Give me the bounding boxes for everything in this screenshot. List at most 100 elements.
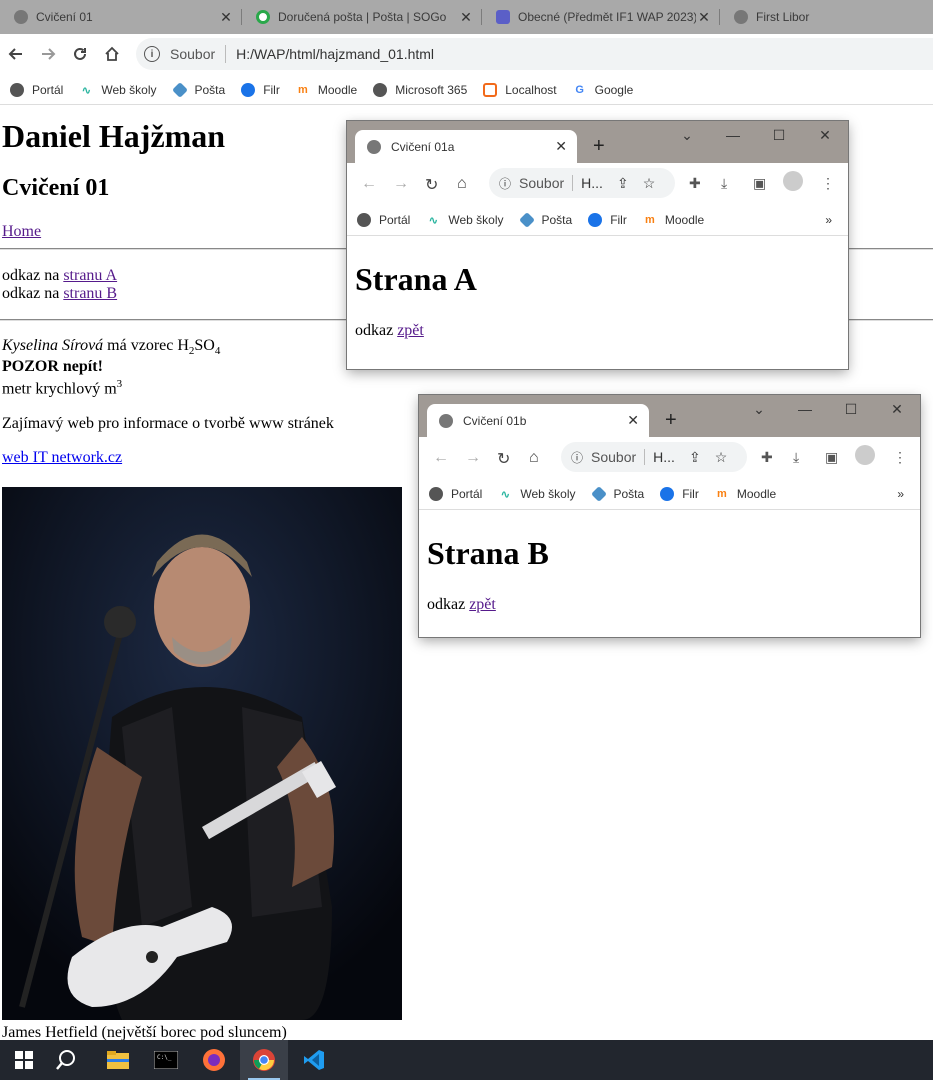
sidepanel-icon[interactable]: ▣ bbox=[825, 449, 838, 466]
bookmark-portal[interactable]: Portál bbox=[429, 487, 482, 501]
svg-text:C:\_: C:\_ bbox=[157, 1054, 172, 1061]
window-close-button[interactable]: ✕ bbox=[887, 401, 907, 418]
back-link[interactable]: zpět bbox=[397, 322, 424, 339]
minimize-button[interactable]: — bbox=[795, 401, 815, 417]
close-icon[interactable]: ✕ bbox=[555, 138, 567, 155]
search-button[interactable] bbox=[42, 1040, 90, 1080]
globe-icon bbox=[10, 83, 24, 97]
minimize-button[interactable]: — bbox=[723, 127, 743, 143]
popup-address-bar[interactable]: ⓘ Soubor H... ⇪ ☆ bbox=[561, 442, 747, 472]
bookmark-posta[interactable]: Pošta bbox=[590, 486, 644, 502]
vscode-button[interactable] bbox=[290, 1040, 338, 1080]
close-icon[interactable]: ✕ bbox=[458, 9, 474, 26]
window-close-button[interactable]: ✕ bbox=[815, 127, 835, 144]
arrow-left-icon bbox=[8, 48, 22, 60]
popup-window-b: Cvičení 01b ✕ + ⌄ — ☐ ✕ ← → ↻ ⌂ ⓘ Soubor… bbox=[419, 395, 920, 637]
popup-content: Strana A odkaz zpět bbox=[355, 239, 477, 340]
popup-bookmarks-bar: Portál ∿ Web školy Pošta Filr m Moodle » bbox=[419, 479, 920, 510]
firefox-button[interactable] bbox=[190, 1040, 238, 1080]
menu-icon[interactable]: ⋮ bbox=[821, 175, 835, 192]
profile-icon[interactable] bbox=[783, 171, 803, 191]
bookmark-posta[interactable]: Pošta bbox=[171, 82, 225, 98]
google-icon: G bbox=[575, 84, 584, 96]
reload-icon[interactable]: ↻ bbox=[425, 175, 438, 195]
profile-icon[interactable] bbox=[855, 445, 875, 465]
bookmark-moodle[interactable]: m Moodle bbox=[296, 83, 357, 97]
popup-address-bar[interactable]: ⓘ Soubor H... ⇪ ☆ bbox=[489, 168, 675, 198]
bookmark-moodle[interactable]: m Moodle bbox=[643, 213, 704, 227]
extensions-icon[interactable]: ✚ bbox=[761, 449, 773, 466]
bookmark-posta[interactable]: Pošta bbox=[518, 212, 572, 228]
maximize-button[interactable]: ☐ bbox=[841, 401, 861, 418]
download-icon[interactable]: ⤓ bbox=[793, 449, 799, 466]
bookmark-moodle[interactable]: m Moodle bbox=[715, 487, 776, 501]
chrome-button[interactable] bbox=[240, 1040, 288, 1080]
arrow-left-icon[interactable]: ← bbox=[433, 449, 449, 467]
chevron-right-icon[interactable]: » bbox=[825, 213, 832, 227]
link-strana-b[interactable]: stranu B bbox=[63, 285, 117, 302]
extensions-icon[interactable]: ✚ bbox=[689, 175, 701, 192]
arrow-right-icon[interactable]: → bbox=[465, 449, 481, 467]
arrow-right-icon[interactable]: → bbox=[393, 175, 409, 193]
arrow-left-icon[interactable]: ← bbox=[361, 175, 377, 193]
terminal-button[interactable]: C:\_ bbox=[142, 1040, 190, 1080]
heading-strana-a: Strana A bbox=[355, 261, 477, 297]
back-button[interactable] bbox=[4, 42, 28, 66]
home-icon[interactable]: ⌂ bbox=[457, 175, 467, 193]
popup-tab[interactable]: Cvičení 01b ✕ bbox=[427, 404, 649, 437]
file-explorer-button[interactable] bbox=[94, 1040, 142, 1080]
home-icon bbox=[105, 46, 119, 61]
bookmark-web-skoly[interactable]: ∿ Web školy bbox=[498, 487, 576, 501]
globe-icon bbox=[439, 413, 453, 428]
close-icon[interactable]: ✕ bbox=[627, 412, 639, 429]
maximize-button[interactable]: ☐ bbox=[769, 127, 789, 144]
bookmark-filr[interactable]: Filr bbox=[588, 213, 627, 227]
bookmark-portal[interactable]: Portál bbox=[357, 213, 410, 227]
tab-teams[interactable]: Obecné (Předmět IF1 WAP 2023) ✕ bbox=[482, 0, 718, 34]
bookmark-google[interactable]: G Google bbox=[573, 83, 633, 97]
close-icon[interactable]: ✕ bbox=[696, 9, 712, 26]
filr-icon bbox=[588, 213, 603, 227]
link-strana-a[interactable]: stranu A bbox=[63, 267, 117, 284]
web-it-network-link[interactable]: web IT network.cz bbox=[2, 449, 122, 466]
chevron-down-icon[interactable]: ⌄ bbox=[677, 127, 697, 144]
bookmark-filr[interactable]: Filr bbox=[660, 487, 699, 501]
reload-icon[interactable]: ↻ bbox=[497, 449, 510, 469]
close-icon[interactable]: ✕ bbox=[218, 9, 234, 26]
back-link[interactable]: zpět bbox=[469, 596, 496, 613]
chevron-down-icon[interactable]: ⌄ bbox=[749, 401, 769, 418]
moodle-icon: m bbox=[644, 214, 655, 226]
menu-icon[interactable]: ⋮ bbox=[893, 449, 907, 466]
popup-bookmarks-bar: Portál ∿ Web školy Pošta Filr m Moodle » bbox=[347, 205, 848, 236]
bookmark-localhost[interactable]: Localhost bbox=[483, 83, 557, 97]
bookmark-m365[interactable]: Microsoft 365 bbox=[373, 83, 467, 97]
reload-button[interactable] bbox=[68, 42, 92, 66]
bookmark-filr[interactable]: Filr bbox=[241, 83, 280, 97]
home-icon[interactable]: ⌂ bbox=[529, 449, 539, 467]
link-b-row: odkaz na stranu B bbox=[2, 285, 118, 302]
tab-sogo[interactable]: Doručená pošta | Pošta | SOGo ✕ bbox=[242, 0, 480, 34]
new-tab-button[interactable]: + bbox=[665, 409, 677, 432]
popup-tab[interactable]: Cvičení 01a ✕ bbox=[355, 130, 577, 163]
forward-button[interactable] bbox=[36, 42, 60, 66]
home-button[interactable] bbox=[100, 42, 124, 66]
windows-start-button[interactable] bbox=[0, 1040, 48, 1080]
address-bar[interactable]: i Soubor H:/WAP/html/hajzmand_01.html bbox=[136, 38, 933, 70]
home-link[interactable]: Home bbox=[2, 223, 41, 240]
bookmark-web-skoly[interactable]: ∿ Web školy bbox=[426, 213, 504, 227]
moodle-icon: m bbox=[297, 84, 308, 96]
bookmark-portal[interactable]: Portál bbox=[10, 83, 63, 97]
url-text[interactable]: H:/WAP/html/hajzmand_01.html bbox=[236, 46, 434, 62]
tab-first-libor[interactable]: First Libor bbox=[720, 0, 933, 34]
download-icon[interactable]: ⤓ bbox=[721, 175, 727, 192]
page-subtitle: Cvičení 01 bbox=[2, 175, 110, 201]
tab-cviceni-01[interactable]: Cvičení 01 ✕ bbox=[0, 0, 240, 34]
bookmark-web-skoly[interactable]: ∿ Web školy bbox=[79, 83, 157, 97]
xampp-icon bbox=[483, 83, 498, 97]
info-icon[interactable]: i bbox=[144, 46, 160, 62]
warning-text: POZOR nepít! bbox=[2, 358, 103, 375]
info-text: Zajímavý web pro informace o tvorbě www … bbox=[2, 415, 334, 432]
sidepanel-icon[interactable]: ▣ bbox=[753, 175, 766, 192]
new-tab-button[interactable]: + bbox=[593, 135, 605, 158]
chevron-right-icon[interactable]: » bbox=[897, 487, 904, 501]
